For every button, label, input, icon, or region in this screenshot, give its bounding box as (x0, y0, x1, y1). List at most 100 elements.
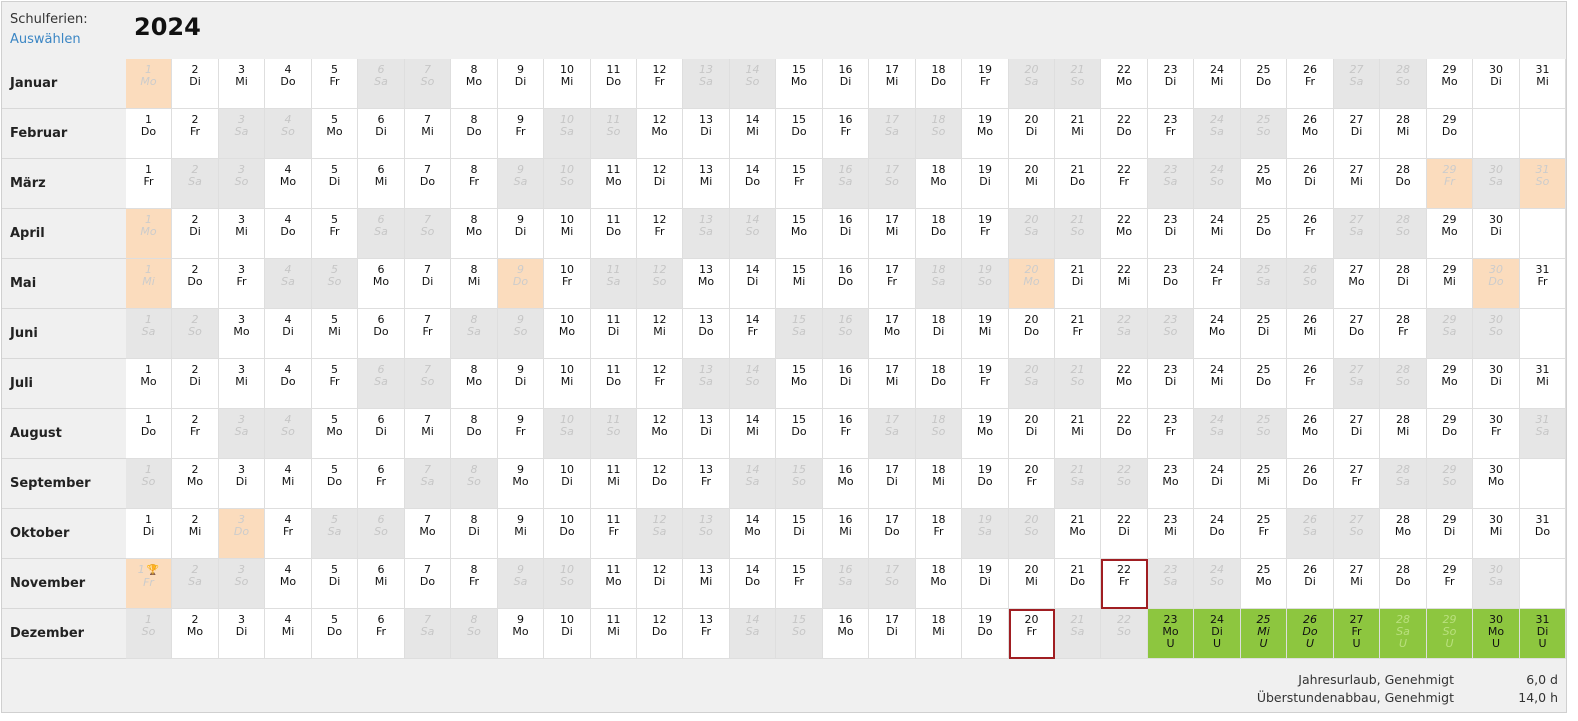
day-cell[interactable]: 2 Di (172, 209, 219, 259)
day-cell[interactable]: 24 Di U (1194, 609, 1241, 659)
day-cell[interactable]: 11 So (591, 409, 637, 459)
day-cell[interactable]: 10 Mi (544, 359, 591, 409)
day-cell[interactable]: 31 Di U (1520, 609, 1566, 659)
day-cell[interactable]: 23 Sa (1148, 159, 1194, 209)
day-cell[interactable]: 25 Do (1241, 359, 1287, 409)
day-cell[interactable]: 18 Mo (916, 159, 962, 209)
day-cell[interactable]: 27 Do (1334, 309, 1380, 359)
day-cell[interactable]: 14 Mo (730, 509, 776, 559)
day-cell[interactable]: 21 Di (1055, 259, 1101, 309)
day-cell[interactable]: 15 Mi (776, 259, 823, 309)
day-cell[interactable]: 11 Sa (591, 259, 637, 309)
day-cell[interactable]: 2 Mi (172, 509, 219, 559)
day-cell[interactable]: 21 So (1055, 359, 1101, 409)
select-school-holidays-link[interactable]: Auswählen (10, 32, 81, 47)
day-cell[interactable]: 23 Mo (1148, 459, 1194, 509)
day-cell[interactable]: 30 So (1473, 309, 1520, 359)
day-cell[interactable]: 21 So (1055, 59, 1101, 109)
day-cell[interactable]: 7 Mi (405, 109, 451, 159)
day-cell[interactable]: 4 Mi (265, 609, 312, 659)
day-cell[interactable]: 1 Mo (126, 59, 172, 109)
day-cell[interactable]: 28 So (1380, 59, 1427, 109)
day-cell[interactable]: 17 Mi (869, 209, 916, 259)
day-cell[interactable]: 12 Mo (637, 409, 683, 459)
day-cell[interactable]: 21 Mi (1055, 409, 1101, 459)
day-cell[interactable]: 4 Mi (265, 459, 312, 509)
day-cell[interactable]: 6 Sa (358, 59, 405, 109)
day-cell[interactable]: 24 Sa (1194, 109, 1241, 159)
day-cell[interactable]: 28 Sa U (1380, 609, 1427, 659)
day-cell[interactable]: 10 Sa (544, 109, 591, 159)
day-cell[interactable]: 21 Mi (1055, 109, 1101, 159)
day-cell[interactable]: 13 Do (683, 309, 730, 359)
day-cell[interactable]: 5 So (312, 259, 358, 309)
day-cell[interactable]: 30 Mo U (1473, 609, 1520, 659)
day-cell[interactable]: 16 Mi (823, 509, 869, 559)
day-cell[interactable]: 28 Do (1380, 559, 1427, 609)
day-cell[interactable]: 30 Mo (1473, 459, 1520, 509)
day-cell[interactable]: 13 Di (683, 409, 730, 459)
day-cell[interactable]: 26 Sa (1287, 509, 1334, 559)
day-cell[interactable]: 26 Mo (1287, 109, 1334, 159)
day-cell[interactable]: 14 So (730, 59, 776, 109)
day-cell[interactable]: 25 So (1241, 109, 1287, 159)
day-cell[interactable]: 16 Mo (823, 459, 869, 509)
day-cell[interactable]: 22 So (1101, 459, 1148, 509)
day-cell[interactable]: 14 So (730, 359, 776, 409)
day-cell[interactable]: 21 So (1055, 209, 1101, 259)
day-cell[interactable]: 7 Do (405, 559, 451, 609)
day-cell[interactable]: 7 Sa (405, 609, 451, 659)
day-cell[interactable]: 11 Mi (591, 459, 637, 509)
day-cell[interactable]: 28 Fr (1380, 309, 1427, 359)
day-cell[interactable]: 14 Di (730, 259, 776, 309)
day-cell[interactable]: 8 Fr (451, 159, 498, 209)
day-cell[interactable]: 30 Mi (1473, 509, 1520, 559)
day-cell[interactable]: 30 Di (1473, 59, 1520, 109)
day-cell[interactable]: 25 Di (1241, 309, 1287, 359)
day-cell[interactable]: 8 Mo (451, 359, 498, 409)
day-cell[interactable]: 3 Do (219, 509, 265, 559)
day-cell[interactable]: 10 Mi (544, 59, 591, 109)
day-cell[interactable]: 20 Do (1009, 309, 1055, 359)
day-cell[interactable]: 20 Sa (1009, 209, 1055, 259)
day-cell[interactable]: 23 Di (1148, 359, 1194, 409)
day-cell[interactable]: 13 Sa (683, 209, 730, 259)
day-cell[interactable]: 10 Mo (544, 309, 591, 359)
day-cell[interactable]: 15 So (776, 459, 823, 509)
day-cell[interactable]: 6 Fr (358, 609, 405, 659)
day-cell[interactable]: 21 Mo (1055, 509, 1101, 559)
day-cell[interactable]: 29 Di (1427, 509, 1473, 559)
day-cell[interactable]: 18 Mo (916, 559, 962, 609)
day-cell[interactable]: 9 Fr (498, 409, 544, 459)
day-cell[interactable]: 7 Mo (405, 509, 451, 559)
day-cell[interactable]: 6 Sa (358, 359, 405, 409)
day-cell[interactable]: 6 Do (358, 309, 405, 359)
day-cell[interactable]: 8 Sa (451, 309, 498, 359)
day-cell[interactable]: 20 Di (1009, 409, 1055, 459)
day-cell[interactable]: 15 Mo (776, 59, 823, 109)
day-cell[interactable]: 28 Do (1380, 159, 1427, 209)
day-cell[interactable]: 19 Mo (962, 109, 1009, 159)
day-cell[interactable]: 5 Do (312, 609, 358, 659)
day-cell[interactable]: 29 So U (1427, 609, 1473, 659)
day-cell[interactable]: 11 Do (591, 359, 637, 409)
day-cell[interactable]: 2 Fr (172, 409, 219, 459)
day-cell[interactable]: 11 Do (591, 59, 637, 109)
day-cell[interactable]: 28 Di (1380, 259, 1427, 309)
day-cell[interactable]: 17 Mo (869, 309, 916, 359)
day-cell[interactable]: 12 Di (637, 559, 683, 609)
day-cell[interactable]: 6 Mi (358, 159, 405, 209)
day-cell[interactable]: 4 So (265, 109, 312, 159)
day-cell[interactable]: 2 Do (172, 259, 219, 309)
day-cell[interactable]: 12 Fr (637, 209, 683, 259)
day-cell[interactable]: 11 Do (591, 209, 637, 259)
day-cell[interactable]: 31 Fr (1520, 259, 1566, 309)
day-cell[interactable]: 6 Mi (358, 559, 405, 609)
day-cell[interactable]: 6 Mo (358, 259, 405, 309)
day-cell[interactable]: 21 Fr (1055, 309, 1101, 359)
day-cell[interactable]: 12 Do (637, 459, 683, 509)
day-cell[interactable]: 30 Sa (1473, 559, 1520, 609)
day-cell[interactable]: 5 Do (312, 459, 358, 509)
day-cell[interactable]: 7 So (405, 359, 451, 409)
day-cell[interactable]: 22 Fr (1101, 159, 1148, 209)
